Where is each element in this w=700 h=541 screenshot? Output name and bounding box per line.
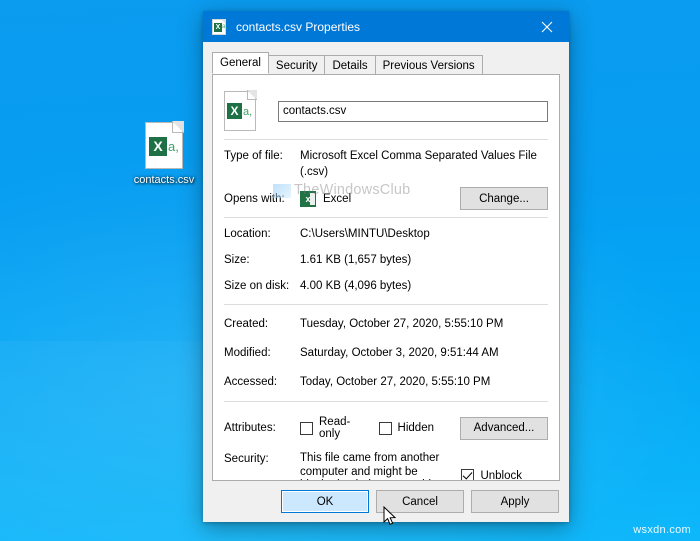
tab-security[interactable]: Security — [268, 55, 326, 75]
apply-button[interactable]: Apply — [471, 490, 559, 513]
created-value: Tuesday, October 27, 2020, 5:55:10 PM — [300, 316, 548, 332]
row-created: Created: Tuesday, October 27, 2020, 5:55… — [224, 316, 548, 335]
readonly-checkbox[interactable]: Read-only — [300, 416, 353, 440]
hidden-checkbox-box — [379, 422, 392, 435]
csv-file-icon-large: X a, — [224, 91, 256, 131]
divider-top — [224, 139, 548, 140]
accessed-value: Today, October 27, 2020, 5:55:10 PM — [300, 374, 548, 390]
excel-x-glyph-small: X — [214, 23, 222, 32]
window-titlebar[interactable]: X a, contacts.csv Properties — [203, 11, 569, 42]
document-fold-edge — [172, 121, 184, 133]
file-type-icon: X a, — [224, 91, 272, 131]
hidden-checkbox[interactable]: Hidden — [379, 422, 434, 435]
csv-comma-glyph-small: a, — [222, 24, 227, 31]
row-size: Size: 1.61 KB (1,657 bytes) — [224, 252, 548, 271]
readonly-checkbox-label: Read-only — [319, 416, 353, 440]
row-location: Location: C:\Users\MINTU\Desktop — [224, 226, 548, 245]
modified-value: Saturday, October 3, 2020, 9:51:44 AM — [300, 345, 548, 361]
properties-tabs: General Security Details Previous Versio… — [212, 53, 569, 74]
type-of-file-label: Type of file: — [224, 148, 300, 164]
desktop-background: X a, contacts.csv X a, contacts.csv Prop… — [0, 0, 700, 541]
cancel-button[interactable]: Cancel — [376, 490, 464, 513]
row-size-on-disk: Size on disk: 4.00 KB (4,096 bytes) — [224, 278, 548, 297]
general-tab-panel: X a, Type of file: Microsoft Excel Comma… — [212, 74, 560, 481]
security-message: This file came from another computer and… — [300, 452, 456, 481]
excel-app-icon: x — [300, 191, 316, 207]
created-label: Created: — [224, 316, 300, 332]
window-title: contacts.csv Properties — [236, 20, 360, 34]
filename-header-row: X a, — [224, 89, 548, 133]
csv-comma-glyph-large: a, — [243, 104, 252, 121]
row-attributes: Attributes: Read-only Hidden Advanced... — [224, 416, 548, 440]
divider-after-dates — [224, 401, 548, 402]
dialog-button-bar: OK Cancel Apply — [203, 481, 569, 522]
opens-with-label: Opens with: — [224, 191, 300, 207]
opens-with-value: x Excel — [300, 191, 460, 207]
file-info-group-1: Type of file: Microsoft Excel Comma Sepa… — [224, 148, 548, 210]
csv-file-icon-small: X a, — [212, 19, 226, 35]
file-dates-group: Created: Tuesday, October 27, 2020, 5:55… — [224, 316, 548, 393]
unblock-checkbox-box — [461, 469, 474, 481]
row-accessed: Accessed: Today, October 27, 2020, 5:55:… — [224, 374, 548, 393]
excel-x-glyph-large: X — [227, 103, 242, 119]
document-fold-edge-large — [247, 90, 257, 100]
hidden-checkbox-label: Hidden — [398, 422, 434, 434]
corner-watermark: wsxdn.com — [633, 524, 691, 536]
row-opens-with: Opens with: x Excel Change... — [224, 187, 548, 210]
modified-label: Modified: — [224, 345, 300, 361]
readonly-checkbox-box — [300, 422, 313, 435]
desktop-icon-label: contacts.csv — [126, 173, 202, 187]
ok-button[interactable]: OK — [281, 490, 369, 513]
tab-general[interactable]: General — [212, 52, 269, 74]
attributes-label: Attributes: — [224, 422, 300, 434]
size-on-disk-value: 4.00 KB (4,096 bytes) — [300, 278, 548, 294]
unblock-checkbox[interactable]: Unblock — [461, 469, 522, 481]
titlebar-file-icon: X a, — [212, 19, 228, 35]
tab-details[interactable]: Details — [324, 55, 375, 75]
properties-dialog: X a, contacts.csv Properties General Sec… — [203, 11, 569, 522]
filename-input[interactable] — [278, 101, 548, 122]
excel-app-icon-glyph: x — [305, 194, 310, 204]
change-button[interactable]: Change... — [460, 187, 548, 210]
divider-after-opens-with — [224, 217, 548, 218]
desktop-icon-contacts-csv[interactable]: X a, contacts.csv — [126, 122, 202, 187]
row-modified: Modified: Saturday, October 3, 2020, 9:5… — [224, 345, 548, 364]
location-label: Location: — [224, 226, 300, 242]
close-icon[interactable] — [524, 11, 569, 42]
opens-with-app-name: Excel — [323, 193, 351, 205]
type-of-file-value: Microsoft Excel Comma Separated Values F… — [300, 148, 548, 180]
size-value: 1.61 KB (1,657 bytes) — [300, 252, 548, 268]
row-security: Security: This file came from another co… — [224, 452, 548, 481]
csv-comma-glyph: a, — [168, 138, 179, 155]
size-label: Size: — [224, 252, 300, 268]
csv-file-icon: X a, — [145, 122, 183, 169]
location-value: C:\Users\MINTU\Desktop — [300, 226, 548, 242]
accessed-label: Accessed: — [224, 374, 300, 390]
security-label: Security: — [224, 452, 300, 467]
size-on-disk-label: Size on disk: — [224, 278, 300, 294]
advanced-button[interactable]: Advanced... — [460, 417, 548, 440]
excel-x-glyph: X — [149, 137, 167, 156]
unblock-checkbox-label: Unblock — [480, 470, 522, 482]
file-info-group-2: Location: C:\Users\MINTU\Desktop Size: 1… — [224, 226, 548, 297]
divider-after-size — [224, 304, 548, 305]
row-type-of-file: Type of file: Microsoft Excel Comma Sepa… — [224, 148, 548, 180]
tab-previous-versions[interactable]: Previous Versions — [375, 55, 483, 75]
